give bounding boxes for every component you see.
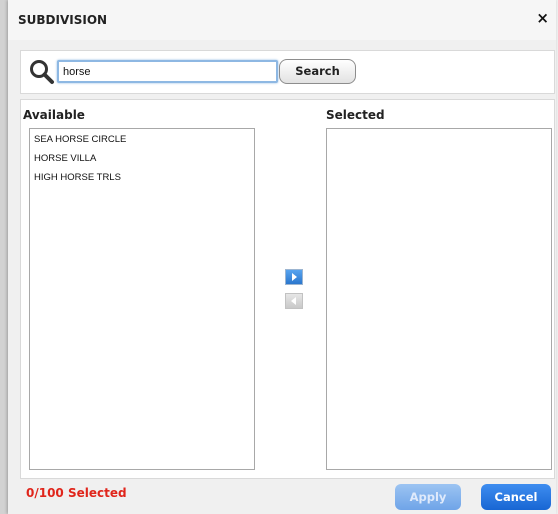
- arrow-left-icon: [291, 297, 296, 305]
- close-icon[interactable]: ×: [536, 11, 549, 26]
- selected-list[interactable]: [326, 128, 552, 470]
- search-input[interactable]: [57, 60, 278, 83]
- selection-count: 0/100 Selected: [26, 486, 127, 500]
- lists-panel: Available Selected SEA HORSE CIRCLE HORS…: [20, 99, 555, 479]
- search-panel: Search: [20, 50, 555, 94]
- remove-selected-button[interactable]: [285, 293, 303, 309]
- cancel-button[interactable]: Cancel: [481, 484, 551, 510]
- dialog-title: SUBDIVISION: [18, 13, 108, 27]
- subdivision-dialog: SUBDIVISION × Search Available Selected …: [8, 0, 556, 514]
- available-label: Available: [23, 108, 85, 122]
- add-selected-button[interactable]: [285, 269, 303, 285]
- list-item[interactable]: HORSE VILLA: [30, 149, 254, 168]
- arrow-right-icon: [292, 273, 297, 281]
- magnifier-icon: [30, 60, 54, 84]
- search-button[interactable]: Search: [279, 59, 356, 84]
- dialog-title-bar: SUBDIVISION ×: [8, 0, 556, 40]
- apply-button[interactable]: Apply: [395, 484, 461, 510]
- list-item[interactable]: SEA HORSE CIRCLE: [30, 130, 254, 149]
- available-list[interactable]: SEA HORSE CIRCLE HORSE VILLA HIGH HORSE …: [29, 128, 255, 470]
- list-item[interactable]: HIGH HORSE TRLS: [30, 168, 254, 187]
- page-backdrop: [0, 0, 8, 514]
- selected-label: Selected: [326, 108, 385, 122]
